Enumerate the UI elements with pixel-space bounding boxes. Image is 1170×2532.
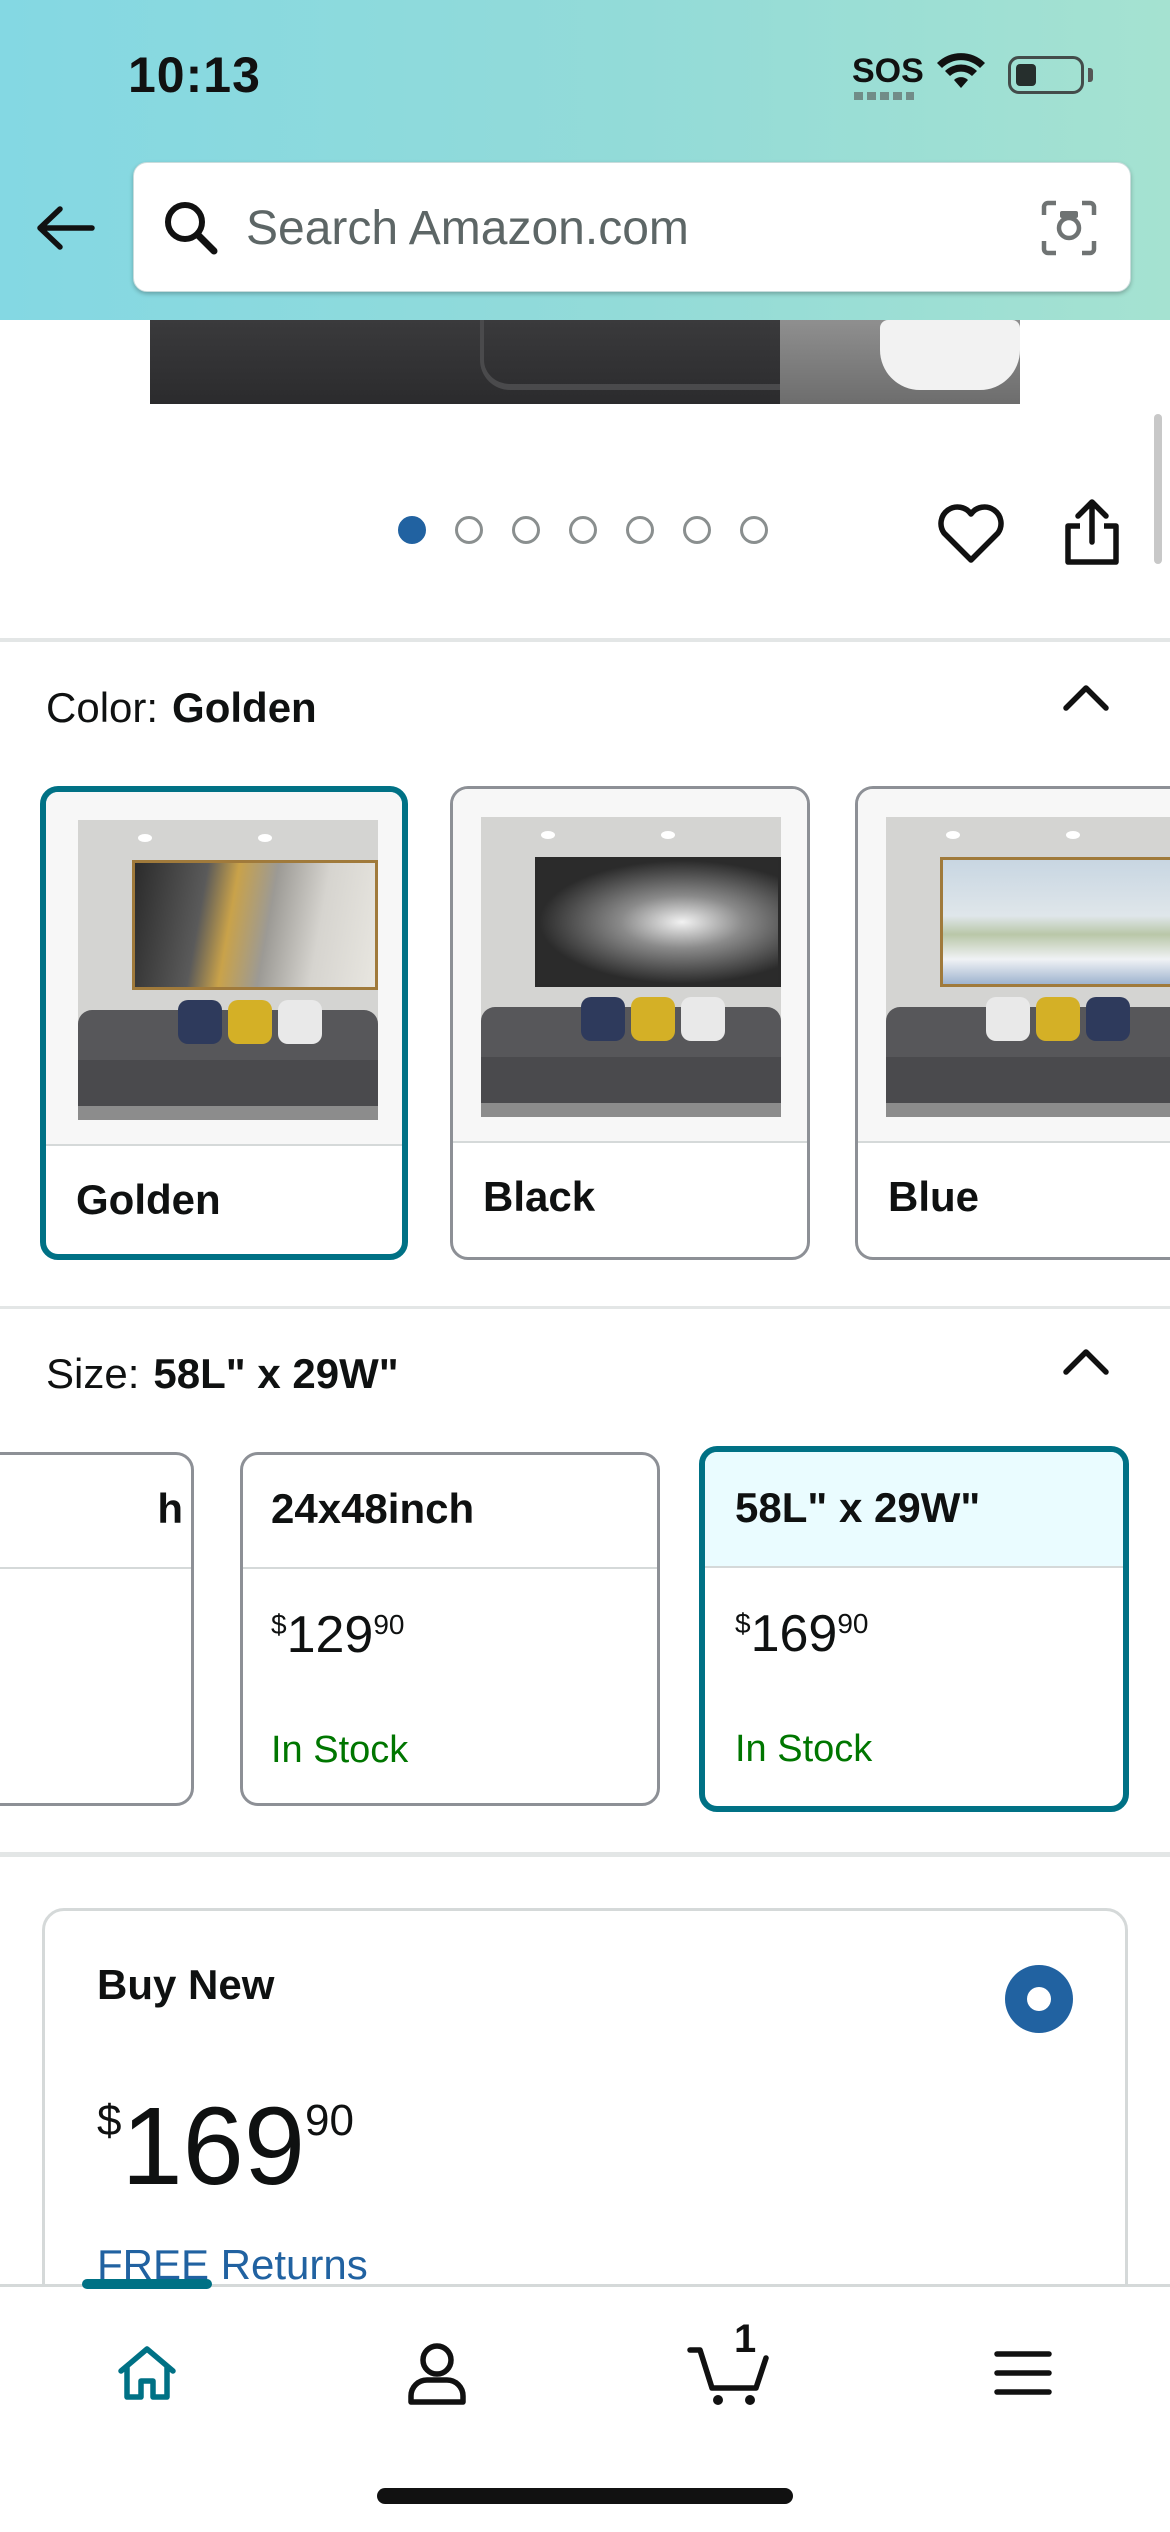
nav-account[interactable]	[392, 2333, 482, 2413]
size-option-price: $16990	[735, 1605, 869, 1663]
active-tab-indicator	[82, 2279, 212, 2289]
color-heading: Color: Golden	[46, 684, 317, 732]
chevron-up-icon[interactable]	[1058, 1342, 1114, 1382]
carousel-dot[interactable]	[398, 516, 426, 544]
swatch-image	[858, 789, 1170, 1143]
carousel-dot[interactable]	[626, 516, 654, 544]
status-time: 10:13	[128, 47, 261, 103]
product-page: 10:13 SOS Search Amazon.com Color: Golde…	[0, 0, 1170, 2532]
image-carousel-dots	[398, 516, 768, 544]
battery-tip	[1088, 68, 1093, 82]
section-divider	[0, 1306, 1170, 1309]
size-option-label: 58L" x 29W"	[735, 1484, 981, 1531]
swatch-image	[453, 789, 807, 1143]
size-heading: Size: 58L" x 29W"	[46, 1350, 399, 1398]
swatch-label: Blue	[888, 1173, 980, 1220]
product-image[interactable]	[150, 320, 1020, 404]
share-icon[interactable]	[1062, 498, 1122, 568]
back-arrow-icon	[37, 206, 95, 250]
section-divider	[0, 1852, 1170, 1857]
wifi-icon	[937, 53, 985, 88]
search-icon	[165, 202, 218, 255]
stock-status: In Stock	[735, 1728, 873, 1770]
search-input[interactable]	[246, 191, 1006, 265]
signal-dots	[854, 92, 914, 100]
chevron-up-icon[interactable]	[1058, 678, 1114, 718]
color-option-black[interactable]: Black	[450, 786, 810, 1260]
carousel-dot[interactable]	[512, 516, 540, 544]
swatch-label: Black	[483, 1173, 596, 1220]
size-option-label: 24x48inch	[271, 1485, 475, 1532]
battery-icon	[1008, 56, 1084, 94]
header-bar: 10:13 SOS	[0, 0, 1170, 320]
wishlist-heart-icon[interactable]	[936, 502, 1006, 566]
size-option-58x29[interactable]: 58L" x 29W" $16990 In Stock	[699, 1446, 1129, 1812]
sos-indicator: SOS	[852, 52, 924, 90]
size-option-24x48[interactable]: 24x48inch $12990 In Stock	[240, 1452, 660, 1806]
user-icon	[408, 2343, 466, 2405]
color-option-blue[interactable]: Blue	[855, 786, 1170, 1260]
section-divider	[0, 638, 1170, 642]
swatch-label: Golden	[76, 1176, 221, 1223]
carousel-dot[interactable]	[740, 516, 768, 544]
nav-cart[interactable]	[684, 2333, 774, 2413]
color-selected-value: Golden	[172, 684, 317, 731]
carousel-dot[interactable]	[683, 516, 711, 544]
back-button[interactable]	[30, 192, 102, 264]
size-option-price: $12990	[271, 1606, 405, 1664]
color-label: Color:	[46, 684, 159, 731]
color-option-golden[interactable]: Golden	[40, 786, 408, 1260]
cart-count-badge: 1	[734, 2317, 757, 2361]
size-option-partial[interactable]: h	[0, 1452, 194, 1806]
cart-icon	[687, 2347, 769, 2405]
home-icon	[118, 2346, 176, 2400]
buy-new-radio[interactable]	[1005, 1965, 1073, 2033]
search-bar[interactable]	[133, 162, 1131, 292]
swatch-image	[46, 792, 402, 1146]
stock-status: In Stock	[271, 1729, 409, 1771]
nav-home[interactable]	[102, 2333, 192, 2413]
buy-new-title: Buy New	[97, 1961, 275, 2008]
home-indicator[interactable]	[377, 2488, 793, 2504]
carousel-dot[interactable]	[569, 516, 597, 544]
buy-new-price: $16990	[97, 2085, 354, 2208]
carousel-dot[interactable]	[455, 516, 483, 544]
size-label: Size:	[46, 1350, 140, 1397]
scrollbar[interactable]	[1154, 414, 1162, 564]
nav-menu[interactable]	[978, 2333, 1068, 2413]
hamburger-menu-icon	[994, 2351, 1052, 2395]
size-selected-value: 58L" x 29W"	[153, 1350, 399, 1397]
size-option-label: h	[157, 1485, 183, 1532]
camera-search-icon[interactable]	[1040, 199, 1098, 257]
